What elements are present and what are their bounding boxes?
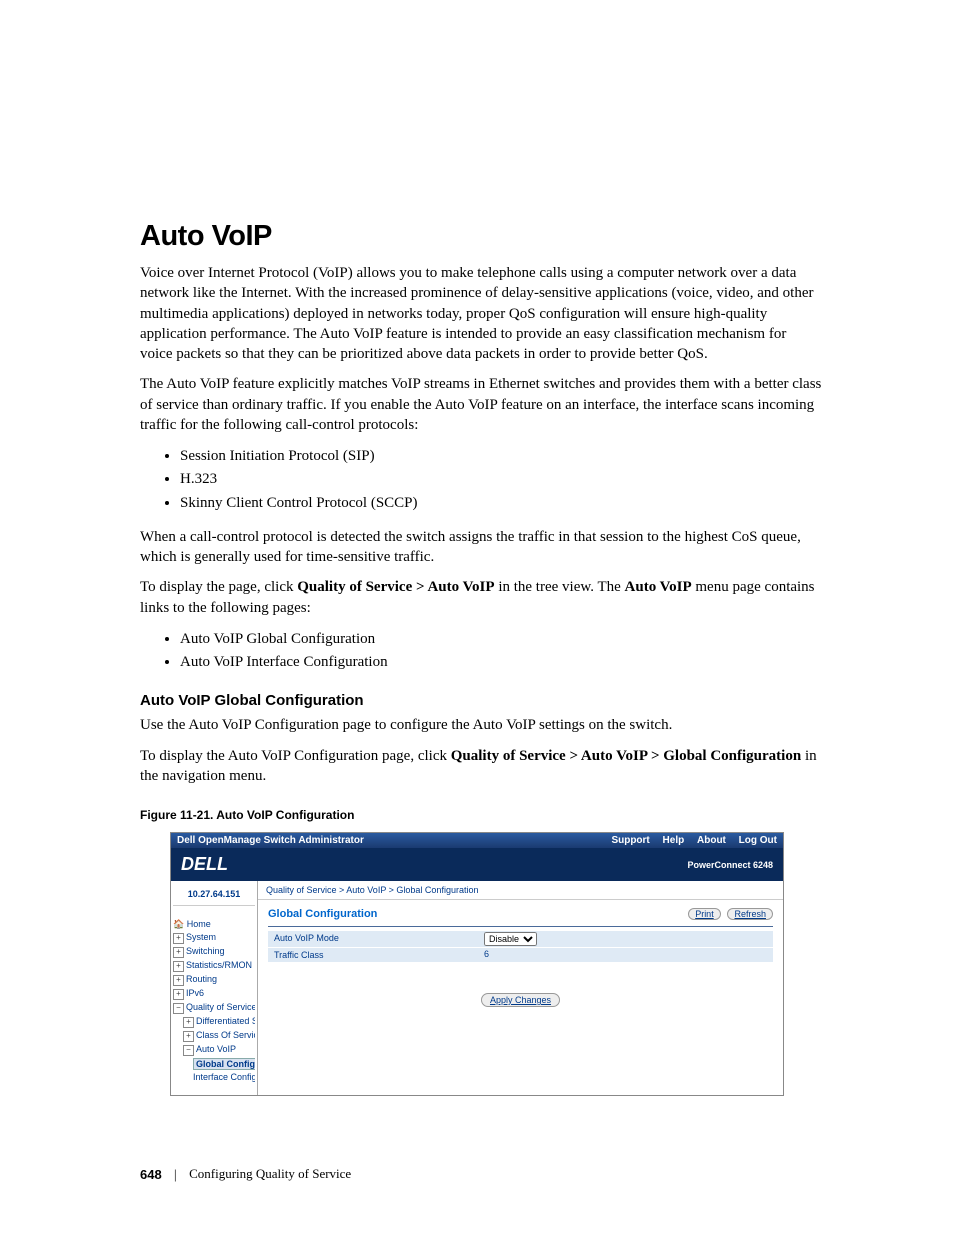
expand-icon[interactable]: + [173,989,184,1000]
paragraph: Voice over Internet Protocol (VoIP) allo… [140,263,822,364]
tree-routing[interactable]: +Routing [173,973,255,987]
expand-icon[interactable]: + [183,1017,194,1028]
brand-row: DELL PowerConnect 6248 [171,848,783,881]
page-title: Auto VoIP [140,220,822,253]
content-area: Quality of Service > Auto VoIP > Global … [258,881,783,1095]
collapse-icon[interactable]: − [173,1003,184,1014]
page-number: 648 [140,1167,162,1182]
list-item: Skinny Client Control Protocol (SCCP) [180,492,822,515]
tree-global-config[interactable]: Global Configuratio [173,1057,255,1071]
sidebar: 10.27.64.151 🏠 Home +System +Switching +… [171,881,258,1095]
tree-diff-services[interactable]: +Differentiated Services [173,1015,255,1029]
list-item: Session Initiation Protocol (SIP) [180,445,822,468]
footer-section: Configuring Quality of Service [189,1166,351,1182]
dell-logo: DELL [181,854,228,875]
figure-caption: Figure 11-21. Auto VoIP Configuration [140,808,822,822]
list-item: Auto VoIP Global Configuration [180,628,822,651]
section-heading: Auto VoIP Global Configuration [140,692,822,709]
breadcrumb: Quality of Service > Auto VoIP > Global … [258,881,783,900]
tree-auto-voip[interactable]: −Auto VoIP [173,1043,255,1057]
paragraph: When a call-control protocol is detected… [140,527,822,568]
app-screenshot: Dell OpenManage Switch Administrator Sup… [170,832,784,1096]
apply-changes-button[interactable]: Apply Changes [481,993,560,1007]
mode-label: Auto VoIP Mode [268,931,480,947]
app-title: Dell OpenManage Switch Administrator [177,835,364,846]
paragraph: To display the Auto VoIP Configuration p… [140,746,822,787]
expand-icon[interactable]: + [173,961,184,972]
expand-icon[interactable]: + [183,1031,194,1042]
list-item: H.323 [180,468,822,491]
tree-switching[interactable]: +Switching [173,945,255,959]
form-row-traffic-class: Traffic Class 6 [268,948,773,963]
page-footer: 648 | Configuring Quality of Service [140,1166,822,1182]
protocol-list: Session Initiation Protocol (SIP) H.323 … [140,445,822,515]
model-label: PowerConnect 6248 [687,860,773,870]
expand-icon[interactable]: + [173,947,184,958]
form-row-mode: Auto VoIP Mode Disable [268,931,773,948]
tree-ipv6[interactable]: +IPv6 [173,987,255,1001]
tree-stats[interactable]: +Statistics/RMON [173,959,255,973]
pages-list: Auto VoIP Global Configuration Auto VoIP… [140,628,822,675]
support-link[interactable]: Support [611,835,649,846]
tree-system[interactable]: +System [173,931,255,945]
tree-home[interactable]: 🏠 Home [173,918,255,931]
ip-address: 10.27.64.151 [173,885,255,906]
paragraph: Use the Auto VoIP Configuration page to … [140,715,822,735]
collapse-icon[interactable]: − [183,1045,194,1056]
traffic-class-label: Traffic Class [268,948,480,962]
expand-icon[interactable]: + [173,933,184,944]
mode-select[interactable]: Disable [484,932,537,946]
panel-title: Global Configuration [268,908,377,920]
help-link[interactable]: Help [663,835,685,846]
logout-link[interactable]: Log Out [739,835,777,846]
expand-icon[interactable]: + [173,975,184,986]
paragraph: To display the page, click Quality of Se… [140,577,822,618]
tree-interface-config[interactable]: Interface Configura [173,1071,255,1083]
tree-cos[interactable]: +Class Of Service [173,1029,255,1043]
refresh-button[interactable]: Refresh [727,908,773,920]
list-item: Auto VoIP Interface Configuration [180,651,822,674]
about-link[interactable]: About [697,835,726,846]
traffic-class-value: 6 [480,948,493,962]
titlebar: Dell OpenManage Switch Administrator Sup… [171,833,783,848]
tree-qos[interactable]: −Quality of Service [173,1001,255,1015]
paragraph: The Auto VoIP feature explicitly matches… [140,374,822,435]
print-button[interactable]: Print [688,908,721,920]
